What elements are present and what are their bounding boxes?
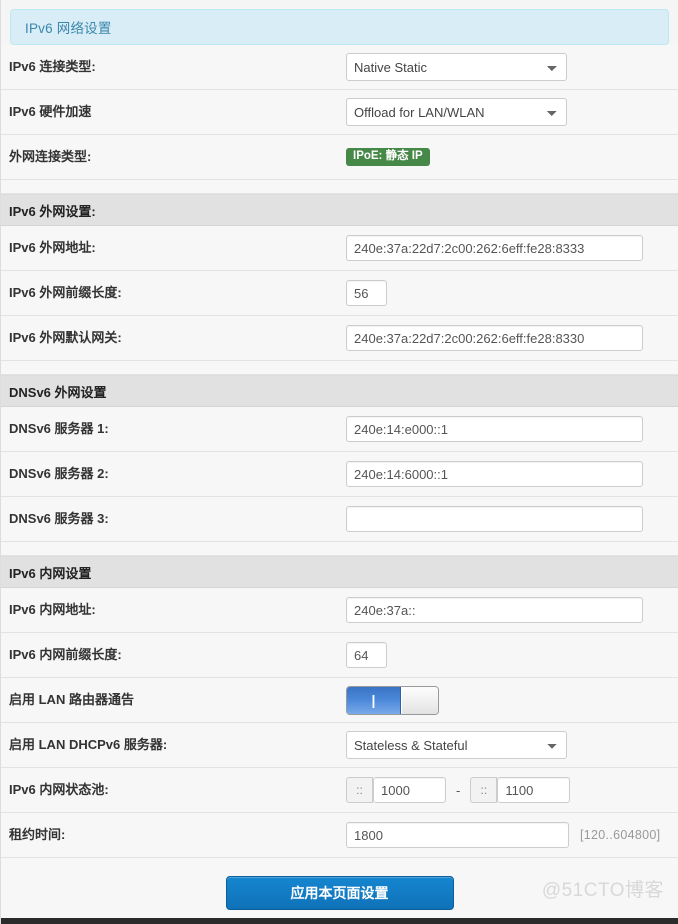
toggle-on-segment: | bbox=[347, 686, 401, 714]
field-wan-connection-type: IPoE: 静态 IP bbox=[346, 147, 678, 167]
input-ipv6-wan-address[interactable] bbox=[346, 235, 643, 261]
row-dnsv6-server-2: DNSv6 服务器 2: bbox=[1, 452, 678, 497]
field-ipv6-connection-type: Native Static bbox=[346, 53, 678, 81]
row-ipv6-hw-acceleration: IPv6 硬件加速 Offload for LAN/WLAN bbox=[1, 90, 678, 135]
input-group-pool-start: :: bbox=[346, 777, 446, 803]
spacer-after-dns-section bbox=[1, 542, 678, 556]
select-ipv6-connection-type[interactable]: Native Static bbox=[346, 53, 567, 81]
toggle-lan-router-advertisement[interactable]: | bbox=[346, 685, 439, 715]
label-enable-lan-dhcpv6-server: 启用 LAN DHCPv6 服务器: bbox=[9, 737, 168, 753]
select-ipv6-hw-acceleration[interactable]: Offload for LAN/WLAN bbox=[346, 98, 567, 126]
label-lease-time: 租约时间: bbox=[9, 827, 66, 843]
label-dnsv6-server-2: DNSv6 服务器 2: bbox=[9, 466, 109, 482]
pool-range-separator: - bbox=[456, 782, 461, 798]
field-ipv6-hw-acceleration: Offload for LAN/WLAN bbox=[346, 98, 678, 126]
field-ipv6-wan-prefix-length bbox=[346, 280, 678, 306]
spacer-after-wan-section bbox=[1, 361, 678, 375]
field-ipv6-wan-gateway bbox=[346, 325, 678, 351]
label-ipv6-wan-prefix-length: IPv6 外网前缀长度: bbox=[9, 285, 122, 301]
page-header: IPv6 网络设置 bbox=[10, 9, 669, 45]
input-group-pool-end: :: bbox=[470, 777, 571, 803]
input-ipv6-wan-gateway[interactable] bbox=[346, 325, 643, 351]
input-ipv6-lan-address[interactable] bbox=[346, 597, 643, 623]
field-ipv6-lan-prefix-length bbox=[346, 642, 678, 668]
field-lease-time: [120..604800] bbox=[346, 822, 678, 848]
row-ipv6-lan-prefix-length: IPv6 内网前缀长度: bbox=[1, 633, 678, 678]
row-wan-connection-type: 外网连接类型: IPoE: 静态 IP bbox=[1, 135, 678, 180]
row-ipv6-wan-gateway: IPv6 外网默认网关: bbox=[1, 316, 678, 361]
field-dnsv6-server-2 bbox=[346, 461, 678, 487]
lease-time-range-hint: [120..604800] bbox=[580, 828, 661, 842]
bottom-strip bbox=[1, 918, 678, 924]
select-lan-dhcpv6-server[interactable]: Stateless & Stateful bbox=[346, 731, 567, 759]
row-dnsv6-server-3: DNSv6 服务器 3: bbox=[1, 497, 678, 542]
label-ipv6-connection-type: IPv6 连接类型: bbox=[9, 59, 96, 75]
field-dnsv6-server-1 bbox=[346, 416, 678, 442]
toggle-knob bbox=[401, 686, 438, 714]
label-wan-connection-type: 外网连接类型: bbox=[9, 149, 92, 165]
row-ipv6-connection-type: IPv6 连接类型: Native Static bbox=[1, 45, 678, 90]
field-ipv6-lan-address bbox=[346, 597, 678, 623]
row-ipv6-lan-stateful-pool: IPv6 内网状态池: :: - :: bbox=[1, 768, 678, 813]
input-dnsv6-server-3[interactable] bbox=[346, 506, 643, 532]
input-ipv6-wan-prefix-length[interactable] bbox=[346, 280, 387, 306]
field-ipv6-wan-address bbox=[346, 235, 678, 261]
section-header-dnsv6: DNSv6 外网设置 bbox=[1, 375, 678, 407]
row-ipv6-wan-address: IPv6 外网地址: bbox=[1, 226, 678, 271]
footer-actions: 应用本页面设置 bbox=[1, 858, 678, 922]
row-lease-time: 租约时间: [120..604800] bbox=[1, 813, 678, 858]
input-ipv6-lan-prefix-length[interactable] bbox=[346, 642, 387, 668]
label-dnsv6-server-3: DNSv6 服务器 3: bbox=[9, 511, 109, 527]
ipv6-settings-page: IPv6 网络设置 IPv6 连接类型: Native Static IPv6 … bbox=[0, 0, 678, 924]
field-dnsv6-server-3 bbox=[346, 506, 678, 532]
field-ipv6-lan-stateful-pool: :: - :: bbox=[346, 777, 678, 803]
spacer-after-wan-type bbox=[1, 180, 678, 194]
field-enable-lan-dhcpv6-server: Stateless & Stateful bbox=[346, 731, 678, 759]
input-dnsv6-server-2[interactable] bbox=[346, 461, 643, 487]
label-enable-lan-router-advertisement: 启用 LAN 路由器通告 bbox=[9, 692, 134, 708]
row-ipv6-wan-prefix-length: IPv6 外网前缀长度: bbox=[1, 271, 678, 316]
label-ipv6-wan-gateway: IPv6 外网默认网关: bbox=[9, 330, 122, 346]
input-pool-start[interactable] bbox=[373, 777, 446, 803]
label-ipv6-wan-address: IPv6 外网地址: bbox=[9, 240, 96, 256]
pool-end-prefix-addon: :: bbox=[470, 777, 498, 803]
pool-start-prefix-addon: :: bbox=[346, 777, 373, 803]
label-ipv6-lan-stateful-pool: IPv6 内网状态池: bbox=[9, 782, 109, 798]
label-ipv6-lan-prefix-length: IPv6 内网前缀长度: bbox=[9, 647, 122, 663]
apply-settings-button[interactable]: 应用本页面设置 bbox=[225, 876, 454, 910]
row-ipv6-lan-address: IPv6 内网地址: bbox=[1, 588, 678, 633]
input-lease-time[interactable] bbox=[346, 822, 569, 848]
label-ipv6-hw-acceleration: IPv6 硬件加速 bbox=[9, 104, 92, 120]
label-dnsv6-server-1: DNSv6 服务器 1: bbox=[9, 421, 109, 437]
field-enable-lan-router-advertisement: | bbox=[346, 685, 678, 715]
section-header-ipv6-lan: IPv6 内网设置 bbox=[1, 556, 678, 588]
row-enable-lan-router-advertisement: 启用 LAN 路由器通告 | bbox=[1, 678, 678, 723]
page-title: IPv6 网络设置 bbox=[25, 21, 112, 36]
status-badge-wan-connection-type: IPoE: 静态 IP bbox=[346, 147, 430, 167]
label-ipv6-lan-address: IPv6 内网地址: bbox=[9, 602, 96, 618]
input-pool-end[interactable] bbox=[497, 777, 571, 803]
row-enable-lan-dhcpv6-server: 启用 LAN DHCPv6 服务器: Stateless & Stateful bbox=[1, 723, 678, 768]
input-dnsv6-server-1[interactable] bbox=[346, 416, 643, 442]
row-dnsv6-server-1: DNSv6 服务器 1: bbox=[1, 407, 678, 452]
section-header-ipv6-wan: IPv6 外网设置: bbox=[1, 194, 678, 226]
